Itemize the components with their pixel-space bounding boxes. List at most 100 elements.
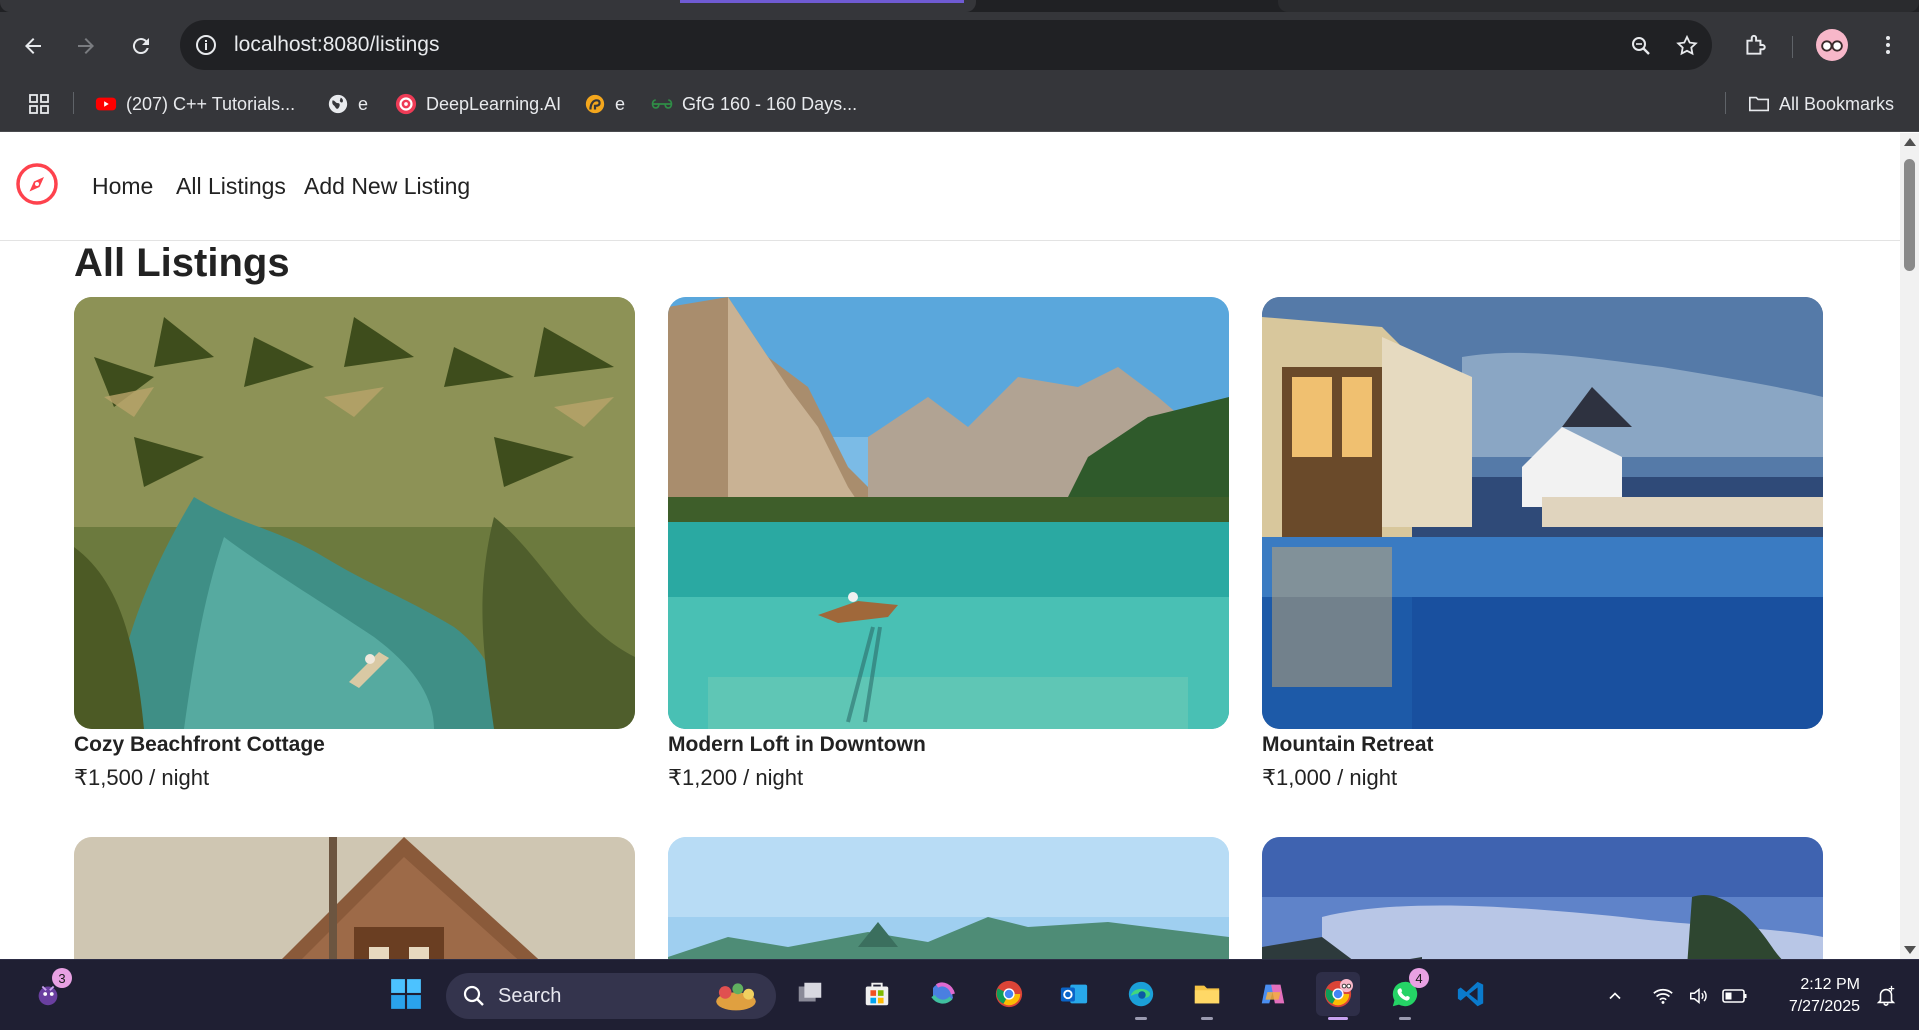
show-hidden-icons-chevron[interactable] xyxy=(1600,960,1630,1030)
bookmark-deeplearning[interactable]: DeepLearning.AI xyxy=(395,90,561,118)
forward-button[interactable] xyxy=(68,28,104,64)
all-bookmarks-label: All Bookmarks xyxy=(1779,93,1895,114)
url-text[interactable]: localhost:8080/listings xyxy=(234,33,439,57)
site-info-icon[interactable] xyxy=(194,33,218,57)
m365-icon xyxy=(931,982,955,1004)
listing-image[interactable] xyxy=(74,837,635,959)
search-icon xyxy=(463,985,484,1006)
apps-grid-icon[interactable] xyxy=(27,90,51,118)
listing-card[interactable]: Cozy Beachfront Cottage ₹1,500 / night xyxy=(74,297,635,791)
scroll-down-arrow-icon[interactable] xyxy=(1904,946,1916,954)
listing-card[interactable] xyxy=(1262,837,1823,959)
reload-button[interactable] xyxy=(123,28,159,64)
url-host: localhost xyxy=(234,33,317,56)
chrome-icon xyxy=(995,980,1023,1008)
deeplearning-icon xyxy=(395,93,417,115)
widgets-button[interactable]: 3 xyxy=(26,968,72,1016)
listing-card[interactable] xyxy=(668,837,1229,959)
gfg-icon xyxy=(651,93,673,115)
bookmark-label: DeepLearning.AI xyxy=(426,93,562,114)
taskbar-clock[interactable]: 2:12 PM 7/27/2025 xyxy=(1760,974,1860,1018)
bookmark-e-globe[interactable]: e xyxy=(327,90,368,118)
windows-start-icon xyxy=(391,979,421,1009)
bookmark-label: e xyxy=(358,93,369,114)
compass-logo-icon[interactable] xyxy=(15,162,59,206)
browser-menu-icon[interactable] xyxy=(1873,30,1903,60)
search-highlight-icon xyxy=(716,983,756,1011)
running-indicator xyxy=(1201,1017,1213,1020)
outlook-icon xyxy=(1060,984,1088,1004)
listing-image[interactable] xyxy=(1262,297,1823,729)
bookmark-gfg[interactable]: GfG 160 - 160 Days... xyxy=(651,90,857,118)
vscode-button[interactable] xyxy=(1449,972,1493,1016)
back-button[interactable] xyxy=(15,28,51,64)
listing-image[interactable] xyxy=(668,837,1229,959)
listing-card[interactable] xyxy=(74,837,635,959)
nav-add-new-listing[interactable]: Add New Listing xyxy=(304,173,470,200)
outlook-button[interactable] xyxy=(1052,972,1096,1016)
active-tab[interactable] xyxy=(0,0,976,12)
tab-accent xyxy=(680,0,964,3)
tab-strip xyxy=(0,0,1919,12)
bookmark-e-site[interactable]: e xyxy=(584,90,625,118)
copilot-button[interactable] xyxy=(1251,972,1295,1016)
scroll-thumb[interactable] xyxy=(1904,159,1915,271)
nav-all-listings[interactable]: All Listings xyxy=(176,173,286,200)
vscode-icon xyxy=(1457,981,1484,1007)
task-view-icon xyxy=(798,982,822,1002)
running-indicator xyxy=(1135,1017,1147,1020)
listing-image[interactable] xyxy=(74,297,635,729)
scroll-up-arrow-icon[interactable] xyxy=(1904,138,1916,146)
microsoft-store-button[interactable] xyxy=(855,972,899,1016)
folder-explorer-icon xyxy=(1194,985,1220,1004)
all-bookmarks-button[interactable]: All Bookmarks xyxy=(1748,90,1894,118)
chrome-button[interactable] xyxy=(987,972,1031,1016)
forward-arrow-icon xyxy=(78,38,94,54)
widgets-badge: 3 xyxy=(52,968,72,988)
wifi-icon[interactable] xyxy=(1648,960,1678,1030)
listing-card[interactable]: Modern Loft in Downtown ₹1,200 / night xyxy=(668,297,1229,791)
extensions-icon[interactable] xyxy=(1740,30,1770,60)
site-icon xyxy=(584,93,606,115)
listing-title[interactable]: Modern Loft in Downtown xyxy=(668,733,1229,757)
edge-button[interactable] xyxy=(1119,972,1163,1020)
volume-icon[interactable] xyxy=(1684,960,1714,1030)
page-title: All Listings xyxy=(74,241,290,285)
nav-home[interactable]: Home xyxy=(92,173,153,200)
toolbar-divider xyxy=(1792,36,1793,58)
running-indicator xyxy=(1399,1017,1411,1020)
start-button[interactable] xyxy=(384,972,428,1016)
listing-title[interactable]: Cozy Beachfront Cottage xyxy=(74,733,635,757)
page-scrollbar[interactable] xyxy=(1900,133,1919,959)
url-path: :8080/listings xyxy=(316,33,440,56)
chrome-profile-button[interactable] xyxy=(1316,972,1360,1020)
clock-date: 7/27/2025 xyxy=(1788,998,1860,1015)
notification-bell-icon[interactable] xyxy=(1870,960,1902,1030)
file-explorer-button[interactable] xyxy=(1185,972,1229,1020)
bookmark-cpp-tutorials[interactable]: (207) C++ Tutorials... xyxy=(95,90,295,118)
listing-image[interactable] xyxy=(668,297,1229,729)
inactive-tab[interactable] xyxy=(1278,0,1919,12)
youtube-icon xyxy=(95,93,117,115)
address-bar[interactable]: localhost:8080/listings xyxy=(180,20,1712,70)
listing-price: ₹1,200 / night xyxy=(668,765,804,790)
chrome-active-icon xyxy=(1324,979,1353,1008)
listing-price: ₹1,000 / night xyxy=(1262,765,1398,790)
bookmark-star-icon[interactable] xyxy=(1674,33,1700,59)
listing-title[interactable]: Mountain Retreat xyxy=(1262,733,1823,757)
browser-toolbar: localhost:8080/listings xyxy=(0,12,1919,76)
bookmarks-bar: (207) C++ Tutorials... e DeepLearning.AI… xyxy=(0,76,1919,132)
profile-avatar[interactable] xyxy=(1816,29,1848,61)
whatsapp-badge: 4 xyxy=(1409,968,1429,988)
listing-price: ₹1,500 / night xyxy=(74,765,210,790)
folder-icon xyxy=(1748,93,1770,115)
m365-button[interactable] xyxy=(921,972,965,1016)
listing-card[interactable]: Mountain Retreat ₹1,000 / night xyxy=(1262,297,1823,791)
whatsapp-button[interactable]: 4 xyxy=(1383,968,1429,1020)
task-view-button[interactable] xyxy=(788,972,832,1016)
listing-image[interactable] xyxy=(1262,837,1823,959)
edge-icon xyxy=(1128,981,1154,1007)
battery-icon[interactable] xyxy=(1720,960,1750,1030)
zoom-icon[interactable] xyxy=(1628,33,1654,59)
taskbar-search[interactable]: Search xyxy=(446,973,776,1019)
